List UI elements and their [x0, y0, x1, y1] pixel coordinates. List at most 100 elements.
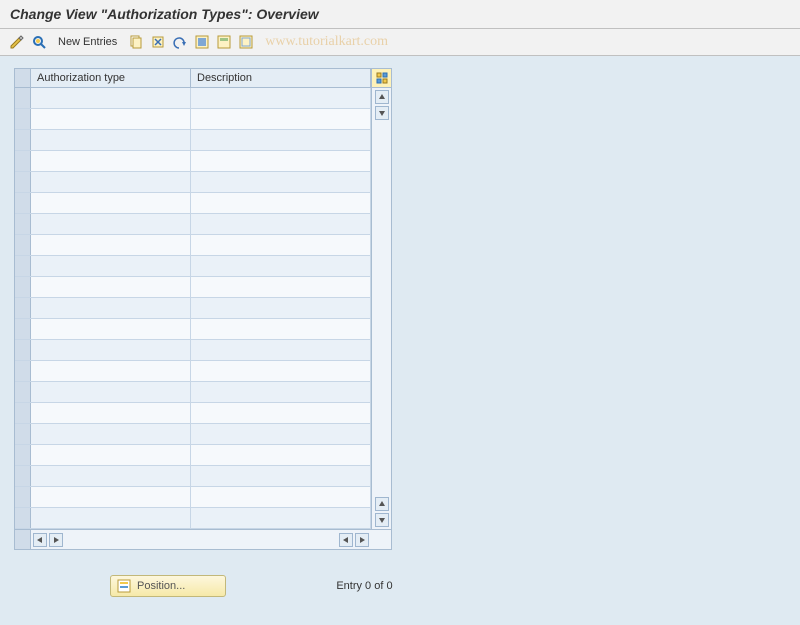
table-row[interactable] [15, 88, 371, 109]
table-row[interactable] [15, 319, 371, 340]
cell-description[interactable] [191, 88, 371, 108]
scroll-up-bottom-button[interactable] [375, 497, 389, 511]
table-row[interactable] [15, 298, 371, 319]
position-button[interactable]: Position... [110, 575, 226, 597]
row-handle[interactable] [15, 340, 31, 360]
table-row[interactable] [15, 424, 371, 445]
deselect-all-icon[interactable] [237, 33, 255, 51]
table-row[interactable] [15, 256, 371, 277]
cell-authorization-type[interactable] [31, 382, 191, 402]
cell-authorization-type[interactable] [31, 445, 191, 465]
undo-icon[interactable] [171, 33, 189, 51]
table-row[interactable] [15, 109, 371, 130]
new-entries-button[interactable]: New Entries [52, 34, 123, 50]
table-row[interactable] [15, 235, 371, 256]
table-row[interactable] [15, 193, 371, 214]
cell-description[interactable] [191, 445, 371, 465]
cell-description[interactable] [191, 361, 371, 381]
cell-authorization-type[interactable] [31, 88, 191, 108]
table-row[interactable] [15, 466, 371, 487]
row-handle[interactable] [15, 193, 31, 213]
vertical-scrollbar[interactable] [371, 88, 391, 529]
scroll-down-bottom-button[interactable] [375, 513, 389, 527]
cell-description[interactable] [191, 214, 371, 234]
table-row[interactable] [15, 151, 371, 172]
cell-authorization-type[interactable] [31, 277, 191, 297]
table-row[interactable] [15, 382, 371, 403]
row-handle[interactable] [15, 172, 31, 192]
table-row[interactable] [15, 214, 371, 235]
row-handle[interactable] [15, 382, 31, 402]
row-handle[interactable] [15, 214, 31, 234]
row-handle[interactable] [15, 445, 31, 465]
row-handle[interactable] [15, 466, 31, 486]
row-handle[interactable] [15, 109, 31, 129]
cell-description[interactable] [191, 382, 371, 402]
cell-description[interactable] [191, 109, 371, 129]
row-handle[interactable] [15, 361, 31, 381]
cell-description[interactable] [191, 508, 371, 528]
cell-description[interactable] [191, 424, 371, 444]
row-handle[interactable] [15, 256, 31, 276]
row-handle[interactable] [15, 151, 31, 171]
scroll-right-button[interactable] [49, 533, 63, 547]
column-header-description[interactable]: Description [191, 69, 371, 87]
table-row[interactable] [15, 508, 371, 529]
cell-authorization-type[interactable] [31, 214, 191, 234]
row-handle[interactable] [15, 319, 31, 339]
row-handle[interactable] [15, 508, 31, 528]
grid-settings-button[interactable] [371, 69, 391, 87]
scroll-down-button[interactable] [375, 106, 389, 120]
cell-description[interactable] [191, 298, 371, 318]
cell-authorization-type[interactable] [31, 235, 191, 255]
cell-description[interactable] [191, 172, 371, 192]
cell-description[interactable] [191, 193, 371, 213]
cell-description[interactable] [191, 319, 371, 339]
cell-description[interactable] [191, 235, 371, 255]
cell-authorization-type[interactable] [31, 340, 191, 360]
cell-authorization-type[interactable] [31, 151, 191, 171]
cell-authorization-type[interactable] [31, 298, 191, 318]
column-header-authorization-type[interactable]: Authorization type [31, 69, 191, 87]
row-handle[interactable] [15, 424, 31, 444]
scroll-left-end-button[interactable] [339, 533, 353, 547]
cell-authorization-type[interactable] [31, 109, 191, 129]
table-row[interactable] [15, 172, 371, 193]
cell-authorization-type[interactable] [31, 403, 191, 423]
cell-authorization-type[interactable] [31, 172, 191, 192]
row-handle[interactable] [15, 298, 31, 318]
cell-description[interactable] [191, 130, 371, 150]
row-handle[interactable] [15, 403, 31, 423]
cell-authorization-type[interactable] [31, 193, 191, 213]
cell-authorization-type[interactable] [31, 319, 191, 339]
table-row[interactable] [15, 445, 371, 466]
table-row[interactable] [15, 130, 371, 151]
cell-authorization-type[interactable] [31, 424, 191, 444]
cell-authorization-type[interactable] [31, 361, 191, 381]
cell-authorization-type[interactable] [31, 256, 191, 276]
select-block-icon[interactable] [215, 33, 233, 51]
table-row[interactable] [15, 361, 371, 382]
select-all-icon[interactable] [193, 33, 211, 51]
table-row[interactable] [15, 403, 371, 424]
table-row[interactable] [15, 277, 371, 298]
row-handle[interactable] [15, 235, 31, 255]
scroll-right-end-button[interactable] [355, 533, 369, 547]
table-row[interactable] [15, 487, 371, 508]
cell-authorization-type[interactable] [31, 130, 191, 150]
cell-authorization-type[interactable] [31, 508, 191, 528]
row-handle[interactable] [15, 130, 31, 150]
cell-description[interactable] [191, 277, 371, 297]
row-handle[interactable] [15, 277, 31, 297]
copy-icon[interactable] [127, 33, 145, 51]
cell-authorization-type[interactable] [31, 466, 191, 486]
cell-description[interactable] [191, 403, 371, 423]
horizontal-scrollbar[interactable] [31, 533, 371, 547]
display-icon[interactable] [30, 33, 48, 51]
scroll-left-button[interactable] [33, 533, 47, 547]
cell-description[interactable] [191, 256, 371, 276]
row-handle[interactable] [15, 88, 31, 108]
cell-description[interactable] [191, 340, 371, 360]
cell-authorization-type[interactable] [31, 487, 191, 507]
change-icon[interactable] [8, 33, 26, 51]
